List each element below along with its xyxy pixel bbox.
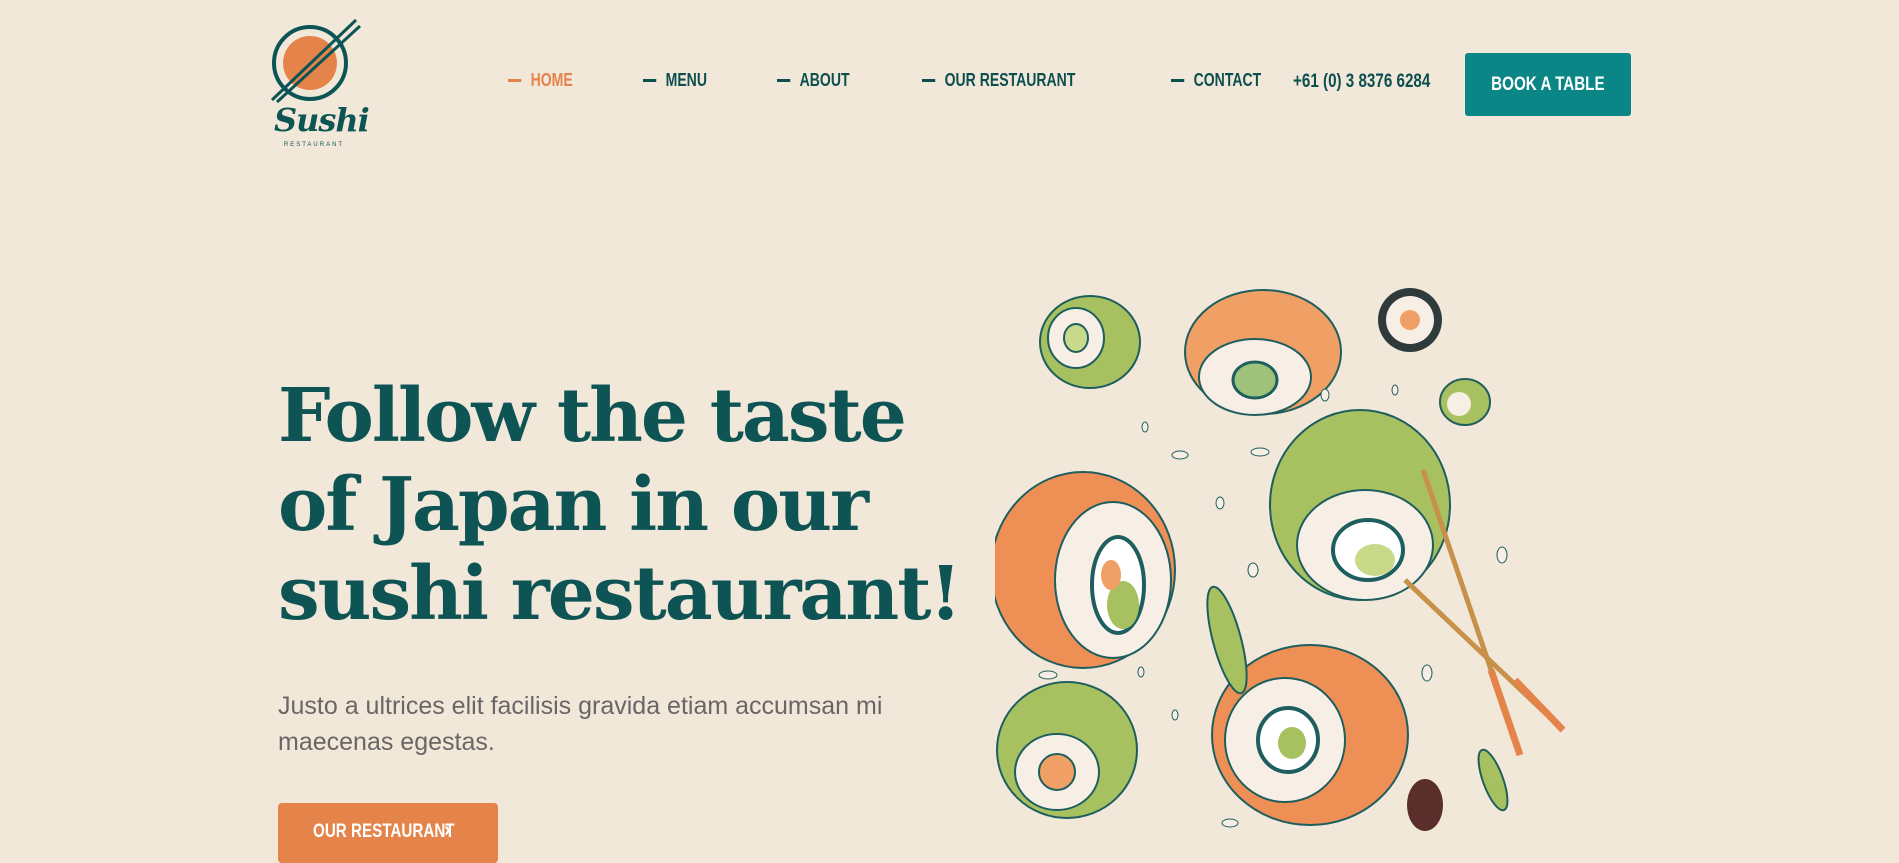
nav-dash-icon: [508, 79, 522, 82]
book-table-button[interactable]: BOOK A TABLE: [1465, 53, 1631, 116]
our-restaurant-button[interactable]: OUR RESTAURANT ›: [278, 803, 498, 863]
hero-description: Justo a ultrices elit facilisis gravida …: [278, 692, 883, 756]
nav-item-label: CONTACT: [1193, 70, 1261, 90]
main-nav: HOME MENU ABOUT OUR RESTAURANT CONTACT: [508, 70, 1338, 91]
nav-dash-icon: [643, 79, 657, 82]
site-header: Sushi RESTAURANT HOME MENU ABOUT OUR RES…: [0, 0, 1899, 170]
nav-item-about[interactable]: ABOUT: [777, 70, 850, 91]
nav-dash-icon: [922, 79, 936, 82]
our-restaurant-label: OUR RESTAURANT: [313, 821, 455, 842]
hero-title-line: sushi restaurant!: [278, 551, 962, 637]
phone-link[interactable]: +61 (0) 3 8376 6284: [1293, 71, 1430, 93]
logo-subtitle: RESTAURANT: [283, 142, 345, 148]
sushi-logo[interactable]: Sushi RESTAURANT: [268, 18, 370, 153]
nav-dash-icon: [777, 79, 791, 82]
nav-item-menu[interactable]: MENU: [643, 70, 707, 91]
book-table-label: BOOK A TABLE: [1491, 73, 1605, 95]
nav-item-label: HOME: [530, 70, 573, 90]
nav-item-home[interactable]: HOME: [508, 70, 573, 91]
hero-title: Follow the taste of Japan in our sushi r…: [278, 372, 998, 639]
nav-dash-icon: [1170, 79, 1184, 82]
nav-item-label: OUR RESTAURANT: [944, 70, 1076, 90]
nav-item-label: MENU: [665, 70, 707, 90]
nav-item-label: ABOUT: [799, 70, 850, 90]
logo-wordmark: Sushi: [274, 101, 370, 139]
hero-title-line: of Japan in our: [278, 462, 869, 548]
sushi-rolls-image: [990, 288, 1566, 831]
nav-item-contact[interactable]: CONTACT: [1170, 70, 1261, 91]
sushi-logo-emblem-icon: [270, 18, 362, 104]
nav-item-our-restaurant[interactable]: OUR RESTAURANT: [922, 70, 1075, 91]
hero-title-line: Follow the taste: [278, 373, 907, 459]
sushi-illustration: [990, 280, 1595, 831]
